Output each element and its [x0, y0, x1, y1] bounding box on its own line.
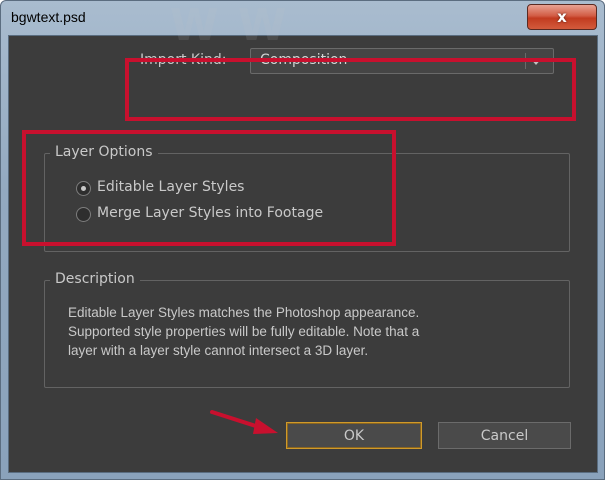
arrow-icon — [210, 410, 278, 434]
annotation-arrow-svg — [210, 410, 278, 434]
